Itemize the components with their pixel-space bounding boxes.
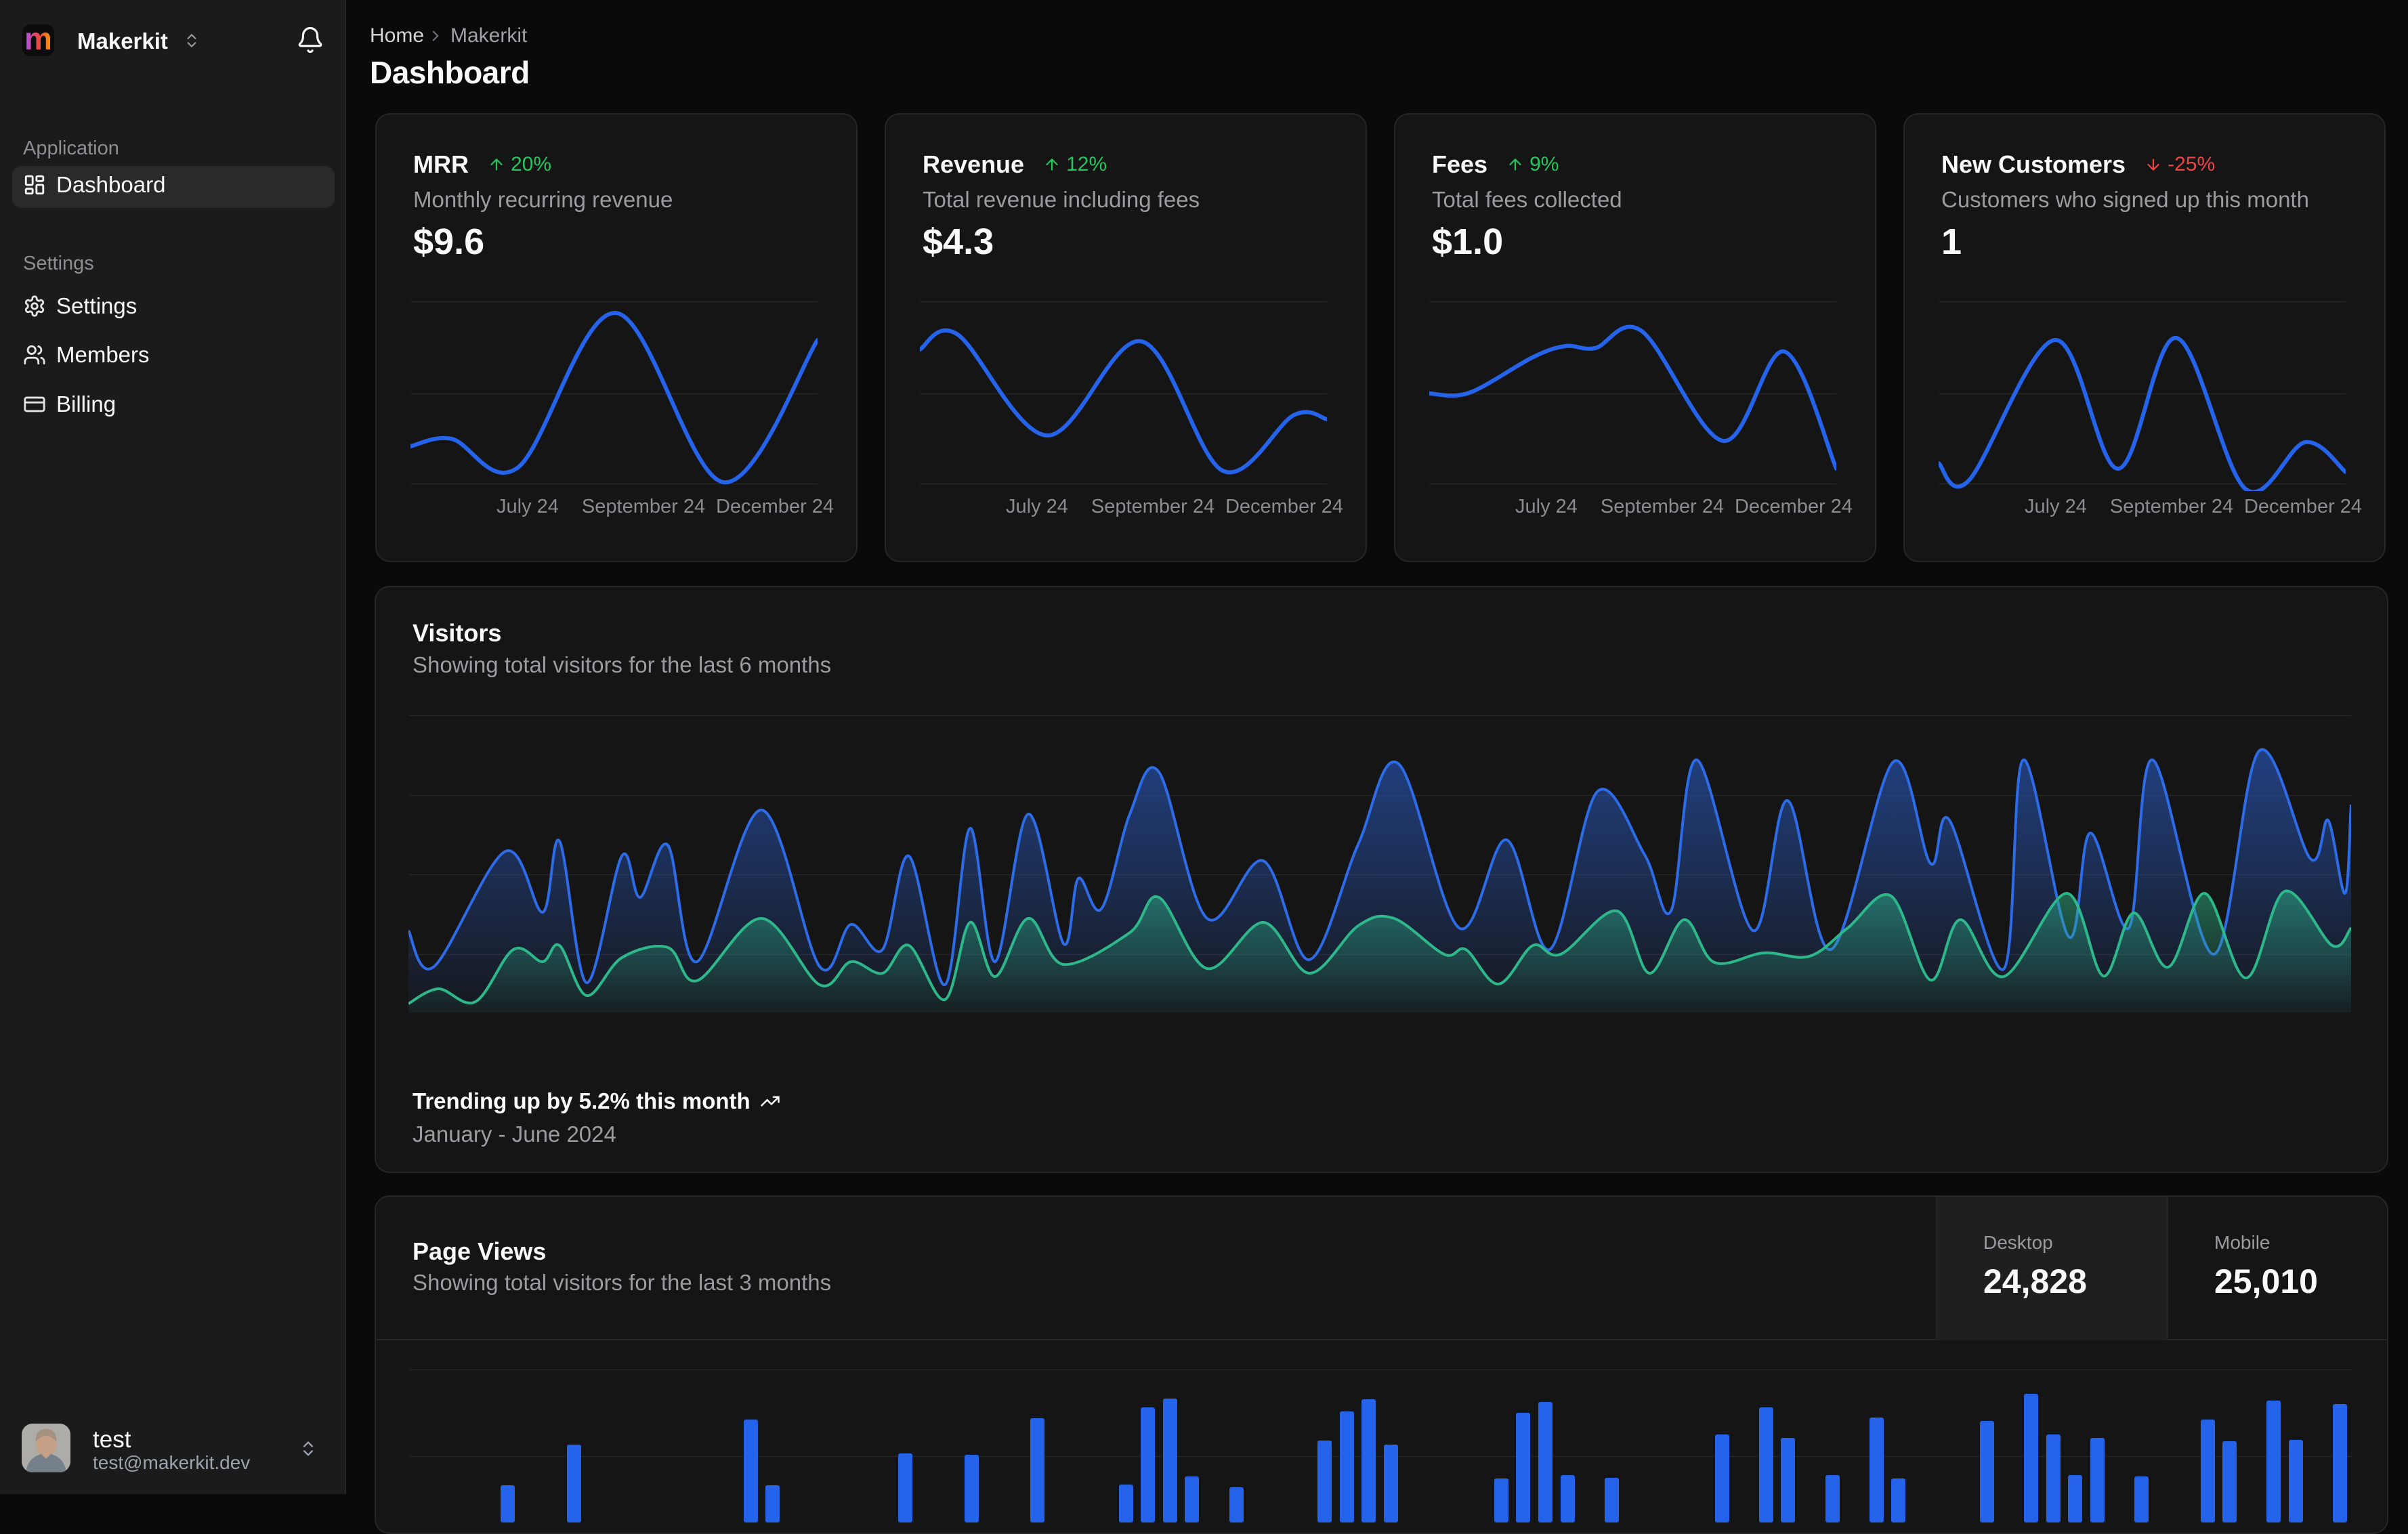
svg-text:m: m (24, 24, 52, 56)
